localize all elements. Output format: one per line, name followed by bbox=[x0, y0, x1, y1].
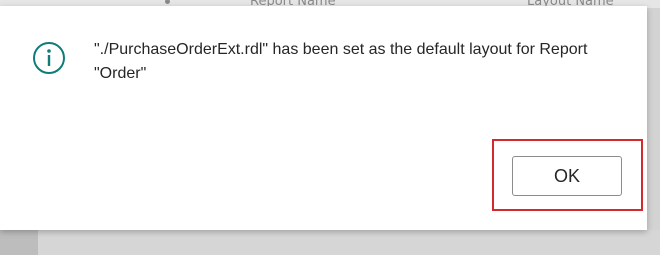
ok-button[interactable]: OK bbox=[512, 156, 622, 196]
background-panel-right bbox=[38, 230, 660, 255]
background-panel-left bbox=[0, 230, 38, 255]
info-icon bbox=[32, 41, 66, 75]
dialog-message: "./PurchaseOrderExt.rdl" has been set as… bbox=[94, 41, 588, 82]
info-dialog: "./PurchaseOrderExt.rdl" has been set as… bbox=[0, 6, 647, 230]
